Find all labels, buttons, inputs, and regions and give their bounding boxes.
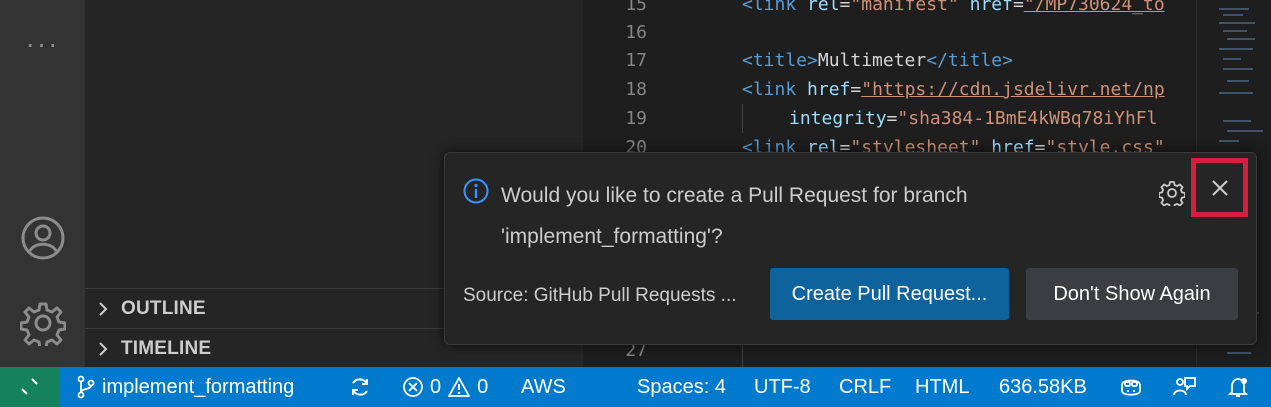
problems-status-item[interactable]: 0 0 <box>402 367 488 407</box>
notification-message: Would you like to create a Pull Request … <box>501 184 968 248</box>
line-number: 17 <box>625 50 647 71</box>
file-size-status-item[interactable]: 636.58KB <box>999 367 1087 407</box>
sync-icon <box>352 378 368 396</box>
copilot-icon <box>1121 379 1141 396</box>
code-text: <title>Multimeter</title> <box>742 50 1013 71</box>
indentation-status-item[interactable]: Spaces: 4 <box>637 367 726 407</box>
copilot-button[interactable] <box>1118 367 1144 407</box>
eol-status-item[interactable]: CRLF <box>839 367 891 407</box>
timeline-title: TIMELINE <box>121 337 212 359</box>
indent-guide <box>742 104 743 133</box>
notification-toast: Would you like to create a Pull Request … <box>444 152 1257 345</box>
more-actions-button[interactable]: ··· <box>0 22 85 66</box>
activity-bar: ··· <box>0 0 85 367</box>
code-line: 16 <box>583 18 647 47</box>
warning-count: 0 <box>477 375 489 398</box>
accounts-button[interactable] <box>0 210 85 266</box>
gear-icon <box>19 302 66 346</box>
dont-show-again-button[interactable]: Don't Show Again <box>1026 268 1238 320</box>
notifications-button[interactable] <box>1226 367 1250 407</box>
ellipsis-icon: ··· <box>25 28 60 59</box>
error-count: 0 <box>430 375 442 398</box>
line-number: 19 <box>625 108 647 129</box>
info-icon <box>463 178 489 204</box>
chevron-right-icon <box>85 341 121 357</box>
aws-status-item[interactable]: AWS <box>521 367 566 407</box>
code-line: 18 <link href="https://cdn.jsdelivr.net/… <box>583 75 1164 104</box>
code-line: 17 <title>Multimeter</title> <box>583 46 1013 75</box>
branch-status-item[interactable]: implement_formatting <box>76 367 294 407</box>
gear-icon <box>1159 181 1185 206</box>
notification-close-button[interactable] <box>1191 158 1248 217</box>
notification-settings-button[interactable] <box>1156 177 1188 209</box>
git-branch-icon <box>77 375 95 399</box>
language-mode-status-item[interactable]: HTML <box>915 367 969 407</box>
remote-icon <box>21 378 38 395</box>
code-text: integrity="sha384-1BmE4kWBq78iYhFl <box>789 108 1158 129</box>
close-icon <box>1211 179 1228 196</box>
status-bar: implement_formatting 0 0 AWS Spaces: 4 U… <box>0 367 1271 407</box>
error-icon <box>403 377 423 397</box>
remote-indicator-button[interactable] <box>0 367 60 407</box>
line-number: 15 <box>625 0 647 15</box>
notification-source: Source: GitHub Pull Requests ... <box>463 285 737 306</box>
account-icon <box>21 216 64 260</box>
sync-button[interactable] <box>348 367 372 407</box>
feedback-button[interactable] <box>1171 367 1197 407</box>
line-number: 18 <box>625 79 647 100</box>
indent-guide <box>742 345 743 367</box>
manage-button[interactable] <box>0 295 85 351</box>
code-line: 19 integrity="sha384-1BmE4kWBq78iYhFl <box>583 104 1157 133</box>
outline-title: OUTLINE <box>121 297 206 319</box>
branch-name: implement_formatting <box>102 375 295 398</box>
feedback-icon <box>1173 377 1196 396</box>
code-text: <link href="https://cdn.jsdelivr.net/np <box>742 79 1165 100</box>
code-line: 15 <link rel="manifest" href="/MP730624_… <box>583 0 1164 19</box>
code-text: <link rel="manifest" href="/MP730624_to <box>742 0 1165 15</box>
create-pull-request-button[interactable]: Create Pull Request... <box>770 268 1009 320</box>
chevron-right-icon <box>85 301 121 317</box>
bell-icon <box>1227 378 1249 397</box>
encoding-status-item[interactable]: UTF-8 <box>754 367 811 407</box>
line-number: 16 <box>625 22 647 43</box>
warning-icon <box>448 377 471 397</box>
